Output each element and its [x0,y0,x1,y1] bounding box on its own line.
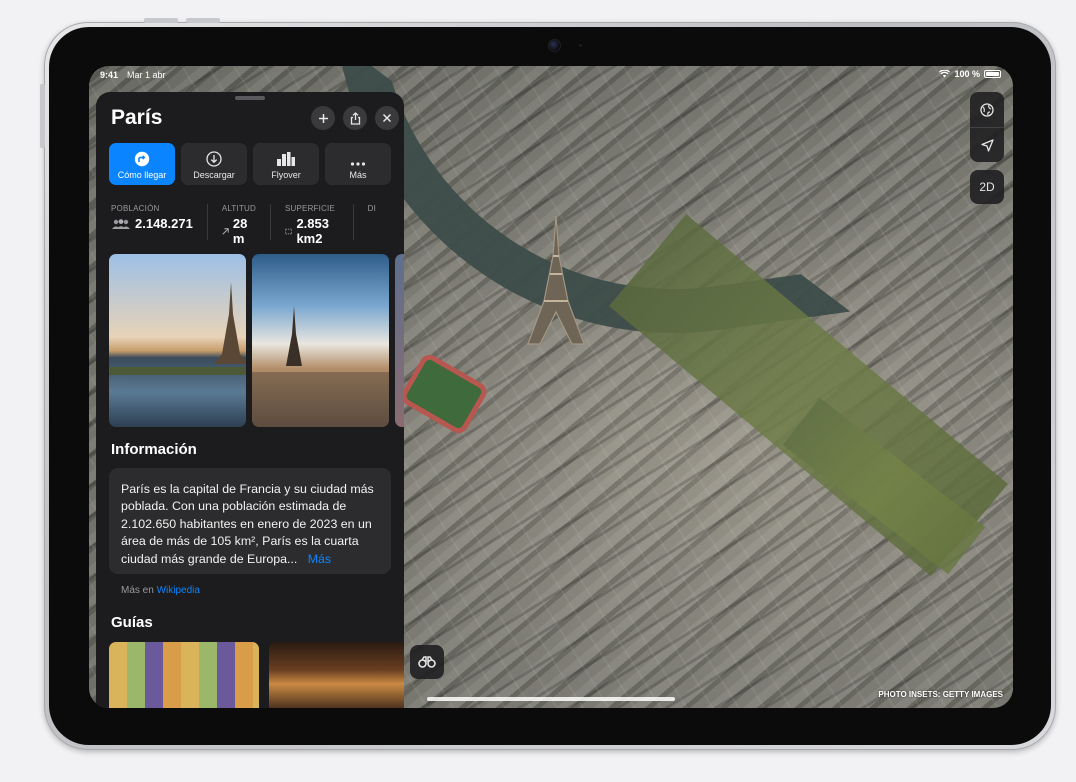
status-time: 9:41 [100,70,119,80]
sheet-grabber[interactable] [235,96,265,100]
location-arrow-icon [980,138,994,152]
map-controls [970,92,1004,162]
info-heading: Información [111,441,197,458]
home-indicator[interactable] [427,697,675,701]
directions-label: Cómo llegar [117,170,167,180]
side-button [40,84,45,148]
eiffel-tower[interactable] [526,216,586,346]
guides-heading: Guías [111,614,153,631]
guide-card-macarons[interactable] [109,642,259,708]
battery-percent: 100 % [954,69,980,79]
more-icon [350,162,366,166]
globe-icon [980,102,994,117]
flyover-label: Flyover [271,170,301,180]
fact-value: 28 m [232,216,248,246]
info-card: París es la capital de Francia y su ciud… [109,468,391,574]
fact-key: DI [367,204,376,213]
photo-eiffel-skyline[interactable] [252,254,389,427]
front-camera [549,40,560,51]
locate-me-button[interactable] [970,127,1004,162]
look-around-button[interactable] [410,645,444,679]
top-button-right [186,18,220,23]
wikipedia-link[interactable]: Wikipedia [157,585,200,596]
place-card: París Cómo llegar Descargar Flyover Más … [96,92,404,708]
place-facts: POBLACIÓN 2.148.271 ALTITUD 28 m SUPERFI… [111,204,404,246]
download-label: Descargar [193,170,235,180]
plus-icon [318,113,328,123]
fact-value: 2.853 km2 [296,216,329,246]
source-prefix: Más en [121,585,154,596]
info-text: París es la capital de Francia y su ciud… [121,482,374,566]
fact-more: DI [368,204,390,240]
fact-altitude: ALTITUD 28 m [221,204,271,246]
info-more-link[interactable]: Más [301,552,331,566]
more-button[interactable]: Más [325,143,391,185]
guide-card-cafe[interactable] [269,642,404,708]
photo-eiffel-river[interactable] [109,254,246,427]
fact-key: ALTITUD [221,204,256,213]
download-button[interactable]: Descargar [181,143,247,185]
binoculars-icon [418,656,436,668]
top-button-left [144,18,178,23]
flyover-button[interactable]: Flyover [253,143,319,185]
close-icon [382,113,392,123]
directions-button[interactable]: Cómo llegar [109,143,175,185]
place-title: París [111,106,163,129]
source-attribution: Más en Wikipedia [121,585,200,596]
eiffel-tower-icon [109,282,246,375]
2d-toggle-button[interactable]: 2D [970,170,1004,204]
ambient-sensor [579,44,582,47]
fact-value: 2.148.271 [135,216,193,231]
info-more-label[interactable]: Más [308,552,331,566]
share-button[interactable] [343,106,367,130]
photo-credit: PHOTO INSETS: GETTY IMAGES [878,690,1003,699]
ipad-screen: 9:41 Mar 1 abr 100 % 2D PHOTO INSETS: GE… [89,66,1013,708]
directions-icon [134,151,150,167]
share-icon [350,111,360,125]
fact-key: SUPERFICIE [285,204,336,213]
map-style-button[interactable] [970,92,1004,127]
elevation-arrow-icon [222,227,229,235]
area-icon [285,228,293,234]
fact-population: POBLACIÓN 2.148.271 [111,204,208,240]
status-bar: 9:41 Mar 1 abr 100 % [89,66,1013,84]
status-date: Mar 1 abr [127,70,166,80]
action-row: Cómo llegar Descargar Flyover Más [109,143,391,185]
flyover-icon [277,152,295,166]
add-button[interactable] [311,106,335,130]
people-icon [112,218,130,229]
fact-area: SUPERFICIE 2.853 km2 [285,204,354,246]
wifi-icon [939,70,951,78]
fact-key: POBLACIÓN [111,204,160,213]
download-icon [206,151,222,167]
photo-partial[interactable] [395,254,404,427]
close-button[interactable] [375,106,399,130]
battery-icon [984,70,1001,78]
more-label: Más [349,170,367,180]
eiffel-tower-icon [252,306,389,427]
